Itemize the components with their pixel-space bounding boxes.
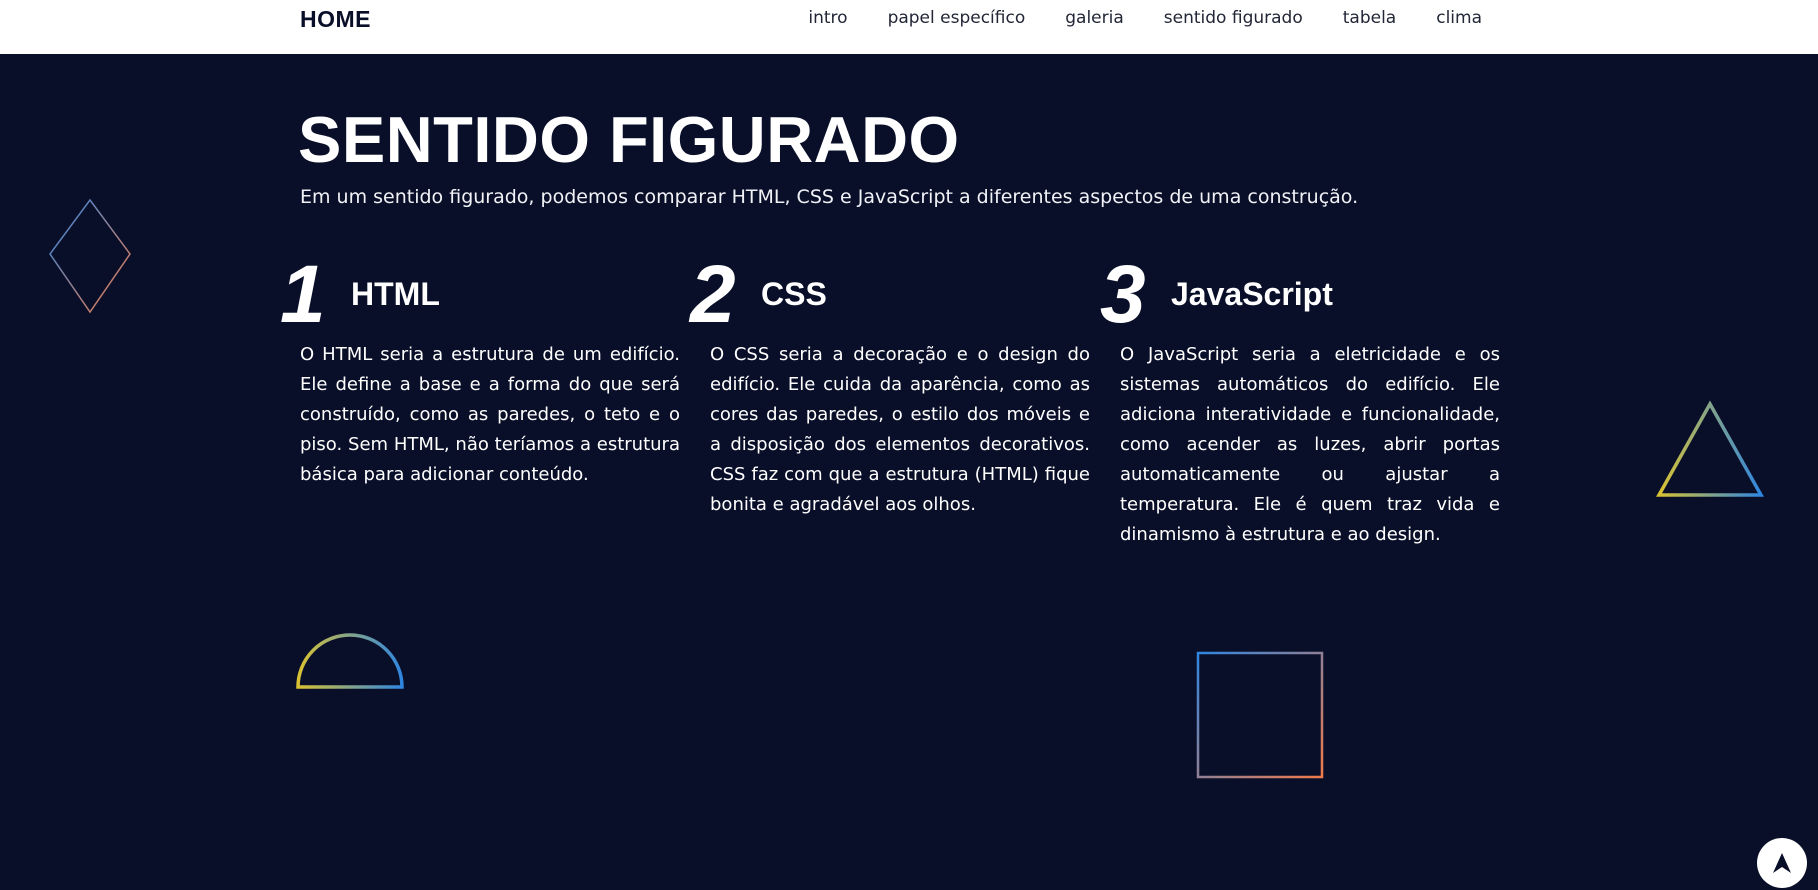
column-text: O HTML seria a estrutura de um edifício.… [300,344,680,485]
column-number: 2 [690,249,736,340]
arrow-up-icon [1773,853,1791,873]
column-html: 1 HTML O HTML seria a estrutura de um ed… [280,254,680,490]
column-text: O JavaScript seria a eletricidade e os s… [1120,344,1500,545]
nav-link-galeria[interactable]: galeria [1065,8,1124,28]
column-header: 1 HTML [280,254,680,340]
home-link[interactable]: HOME [300,6,371,33]
main-nav: intro papel específico galeria sentido f… [808,8,1482,28]
nav-link-papel-especifico[interactable]: papel específico [888,8,1026,28]
section-title: SENTIDO FIGURADO [298,103,960,176]
back-to-top-button[interactable] [1757,838,1807,888]
column-header: 2 CSS [690,254,1090,340]
column-title: CSS [761,276,827,312]
column-title: JavaScript [1171,276,1333,312]
nav-link-sentido-figurado[interactable]: sentido figurado [1164,8,1303,28]
nav-link-tabela[interactable]: tabela [1343,8,1396,28]
half-circle-outline-icon [296,633,404,689]
diamond-outline-icon [49,198,131,314]
nav-link-clima[interactable]: clima [1436,8,1482,28]
sentido-figurado-section: SENTIDO FIGURADO Em um sentido figurado,… [0,54,1818,890]
nav-link-intro[interactable]: intro [808,8,847,28]
top-navbar: HOME intro papel específico galeria sent… [0,0,1818,54]
column-javascript: 3 JavaScript O JavaScript seria a eletri… [1100,254,1500,550]
column-css: 2 CSS O CSS seria a decoração e o design… [690,254,1090,520]
column-title: HTML [351,276,440,312]
square-outline-icon [1196,651,1324,779]
column-number: 1 [280,249,326,340]
column-header: 3 JavaScript [1100,254,1500,340]
column-text: O CSS seria a decoração e o design do ed… [710,344,1090,515]
column-number: 3 [1100,249,1146,340]
triangle-outline-icon [1656,400,1764,497]
section-subtitle: Em um sentido figurado, podemos comparar… [300,186,1359,208]
